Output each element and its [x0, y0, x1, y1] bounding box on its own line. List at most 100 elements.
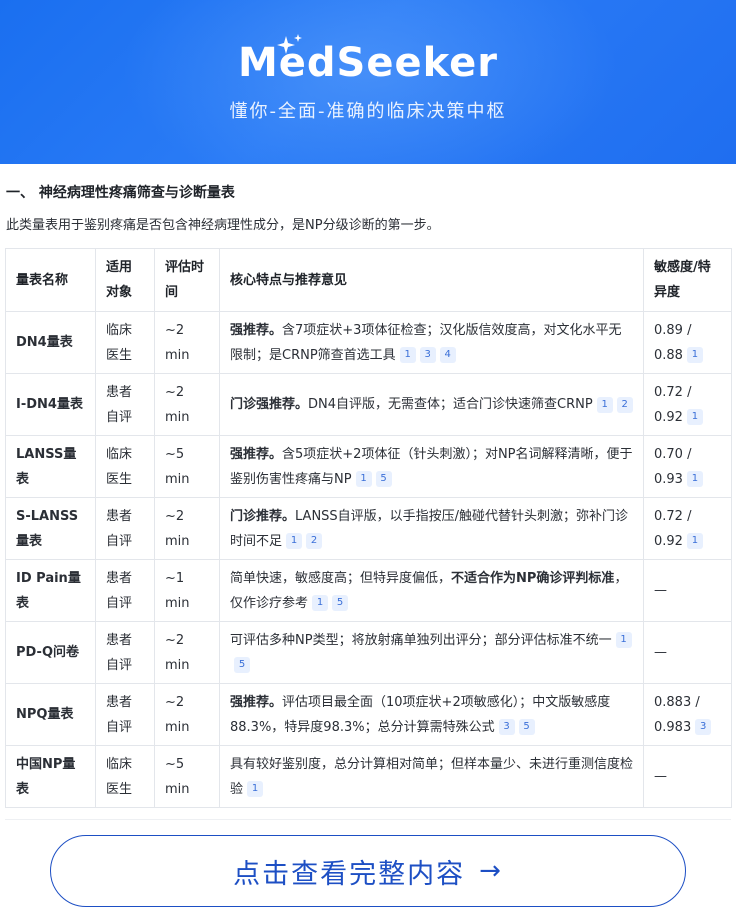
arrow-right-icon: →	[479, 856, 503, 886]
scale-name: S-LANSS量表	[5, 497, 96, 560]
reference-badge[interactable]: 1	[399, 347, 416, 363]
scale-audience: 患者自评	[95, 621, 155, 684]
table-row: S-LANSS量表 患者自评 ~2 min 门诊推荐。LANSS自评版，以手指按压/触…	[5, 497, 732, 560]
scale-accuracy: 0.89 / 0.88 1	[643, 311, 732, 374]
section-title: 一、 神经病理性疼痛筛查与诊断量表	[6, 185, 235, 201]
scale-features: 具有较好鉴别度，总分计算相对简单；但样本量少、未进行重测信度检验 1	[219, 745, 644, 808]
accuracy-value: —	[654, 583, 667, 598]
scale-features: 简单快速，敏感度高；但特异度偏低，不适合作为NP确诊评判标准，仅作诊疗参考 1 5	[219, 559, 644, 622]
accuracy-value: 0.883 / 0.983	[654, 694, 700, 735]
scale-features: 门诊强推荐。DN4自评版，无需查体；适合门诊快速筛查CRNP 1 2	[219, 373, 644, 436]
scale-features: 可评估多种NP类型；将放射痛单独列出评分；部分评估标准不统一 1 5	[219, 621, 644, 684]
recommendation-level: 强推荐。	[230, 694, 283, 710]
header-banner: MedSeeker 懂你-全面-准确的临床决策中枢	[0, 0, 736, 164]
scale-features: 强推荐。含5项症状+2项体征（针头刺激）；对NP名词解释清晰，便于鉴别伤害性疼痛…	[219, 435, 644, 498]
scale-name: NPQ量表	[5, 683, 96, 746]
scale-time: ~2 min	[154, 497, 220, 560]
feature-text: 简单快速，敏感度高；但特异度偏低，	[230, 570, 452, 586]
scale-time: ~2 min	[154, 621, 220, 684]
header-time: 评估时间	[154, 248, 220, 312]
scale-time: ~5 min	[154, 745, 220, 808]
table-header-row: 量表名称 适用对象 评估时间 核心特点与推荐意见 敏感度/特异度	[5, 248, 732, 312]
table-row: DN4量表 临床医生 ~2 min 强推荐。含7项症状+3项体征检查；汉化版信效度高，…	[5, 311, 732, 374]
reference-badge[interactable]: 3	[695, 719, 712, 735]
scale-audience: 患者自评	[95, 497, 155, 560]
reference-badge[interactable]: 5	[332, 595, 349, 611]
scale-accuracy: —	[643, 745, 732, 808]
scale-accuracy: 0.72 / 0.92 1	[643, 497, 732, 560]
scale-name: PD-Q问卷	[5, 621, 96, 684]
accuracy-value: 0.72 / 0.92	[654, 384, 692, 425]
feature-text: 可评估多种NP类型；将放射痛单独列出评分；部分评估标准不统一	[230, 632, 612, 648]
reference-badge[interactable]: 3	[419, 347, 436, 363]
table-row: LANSS量表 临床医生 ~5 min 强推荐。含5项症状+2项体征（针头刺激）；对N…	[5, 435, 732, 498]
scale-accuracy: 0.70 / 0.93 1	[643, 435, 732, 498]
view-full-content-button[interactable]: 点击查看完整内容 →	[50, 835, 686, 907]
reference-badge[interactable]: 2	[616, 396, 633, 413]
reference-badge[interactable]: 1	[686, 409, 703, 425]
reference-badge[interactable]: 1	[355, 471, 372, 487]
scale-audience: 临床医生	[95, 311, 155, 374]
scale-features: 门诊推荐。LANSS自评版，以手指按压/触碰代替针头刺激；弥补门诊时间不足 1 2	[219, 497, 644, 560]
table-row: ID Pain量表 患者自评 ~1 min 简单快速，敏感度高；但特异度偏低，不适合作…	[5, 559, 732, 622]
scale-name: 中国NP量表	[5, 745, 96, 808]
reference-badge[interactable]: 1	[686, 533, 703, 549]
header-features: 核心特点与推荐意见	[219, 248, 644, 312]
reference-badge[interactable]: 5	[234, 657, 250, 673]
reference-badge[interactable]: 1	[596, 396, 613, 413]
scale-accuracy: —	[643, 559, 732, 622]
reference-badge[interactable]: 4	[439, 347, 456, 363]
scale-audience: 临床医生	[95, 745, 155, 808]
scale-time: ~5 min	[154, 435, 220, 498]
table-row: NPQ量表 患者自评 ~2 min 强推荐。评估项目最全面（10项症状+2项敏感化）；…	[5, 683, 732, 746]
accuracy-value: 0.70 / 0.93	[654, 446, 692, 487]
accuracy-value: —	[654, 645, 667, 660]
accuracy-value: 0.89 / 0.88	[654, 322, 692, 363]
section-description: 此类量表用于鉴别疼痛是否包含神经病理性成分，是NP分级诊断的第一步。	[6, 218, 440, 233]
scale-name: I-DN4量表	[5, 373, 96, 436]
accuracy-value: —	[654, 769, 667, 784]
scale-time: ~2 min	[154, 311, 220, 374]
scale-accuracy: 0.883 / 0.983 3	[643, 683, 732, 746]
reference-badge[interactable]: 1	[247, 781, 264, 797]
accuracy-value: 0.72 / 0.92	[654, 508, 692, 549]
reference-badge[interactable]: 3	[498, 719, 515, 735]
scale-audience: 患者自评	[95, 683, 155, 746]
feature-text: DN4自评版，无需查体；适合门诊快速筛查CRNP	[308, 397, 593, 412]
warning-text: 不适合作为NP确诊评判标准	[451, 570, 615, 586]
feature-text: 评估项目最全面（10项症状+2项敏感化）；中文版敏感度88.3%，特异度98.3…	[230, 694, 611, 735]
reference-badge[interactable]: 1	[312, 595, 329, 611]
brand-logo: MedSeeker	[237, 40, 498, 86]
scale-features: 强推荐。含7项症状+3项体征检查；汉化版信效度高，对文化水平无限制；是CRNP筛…	[219, 311, 644, 374]
table-row: I-DN4量表 患者自评 ~2 min 门诊强推荐。DN4自评版，无需查体；适合门诊快…	[5, 373, 732, 436]
cta-label: 点击查看完整内容	[233, 858, 466, 890]
reference-badge[interactable]: 1	[615, 632, 632, 648]
reference-badge[interactable]: 1	[686, 471, 703, 487]
scale-time: ~1 min	[154, 559, 220, 622]
reference-badge[interactable]: 1	[686, 347, 703, 363]
scale-name: LANSS量表	[5, 435, 96, 498]
divider	[5, 819, 731, 820]
feature-text: 具有较好鉴别度，总分计算相对简单；但样本量少、未进行重测信度检验	[230, 756, 634, 797]
scale-name: DN4量表	[5, 311, 96, 374]
scale-accuracy: 0.72 / 0.92 1	[643, 373, 732, 436]
header-accuracy: 敏感度/特异度	[643, 248, 732, 312]
recommendation-level: 门诊强推荐。	[230, 397, 309, 412]
scale-features: 强推荐。评估项目最全面（10项症状+2项敏感化）；中文版敏感度88.3%，特异度…	[219, 683, 644, 746]
reference-badge[interactable]: 5	[375, 471, 392, 487]
recommendation-level: 门诊推荐。	[230, 508, 296, 524]
header-audience: 适用对象	[95, 248, 155, 312]
brand-tagline: 懂你-全面-准确的临床决策中枢	[229, 101, 507, 122]
scale-accuracy: —	[643, 621, 732, 684]
recommendation-level: 强推荐。	[230, 446, 283, 462]
scale-time: ~2 min	[154, 373, 220, 436]
reference-badge[interactable]: 1	[286, 533, 303, 549]
reference-badge[interactable]: 5	[518, 719, 535, 735]
table-row: 中国NP量表 临床医生 ~5 min 具有较好鉴别度，总分计算相对简单；但样本量少、未…	[5, 745, 732, 808]
scale-name: ID Pain量表	[5, 559, 96, 622]
scales-table: 量表名称 适用对象 评估时间 核心特点与推荐意见 敏感度/特异度 DN4量表 临床…	[5, 248, 732, 808]
scale-audience: 患者自评	[95, 373, 155, 436]
recommendation-level: 强推荐。	[230, 322, 283, 338]
reference-badge[interactable]: 2	[306, 533, 323, 549]
table-body: DN4量表 临床医生 ~2 min 强推荐。含7项症状+3项体征检查；汉化版信效度高，…	[5, 311, 732, 808]
